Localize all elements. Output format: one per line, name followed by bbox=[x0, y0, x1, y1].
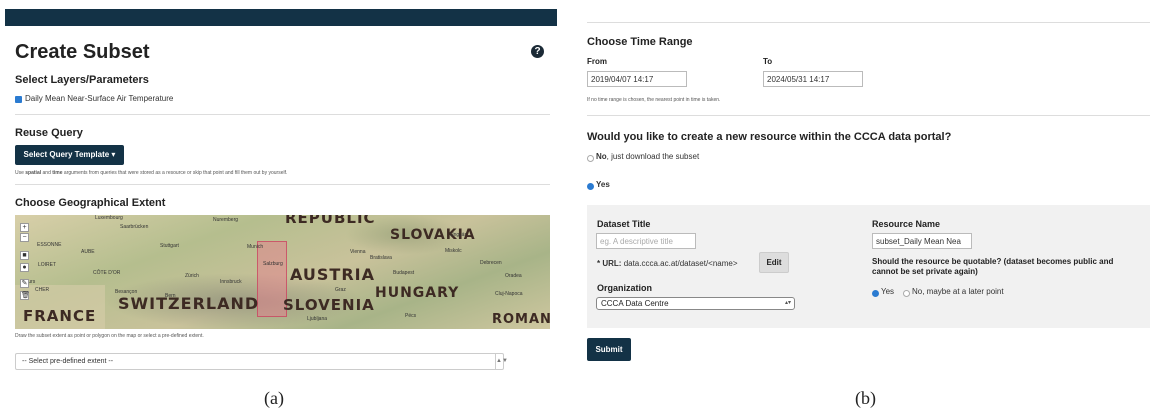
divider bbox=[15, 114, 550, 115]
divider bbox=[15, 184, 550, 185]
radio-no[interactable] bbox=[587, 155, 594, 162]
map-city-label: Debrecen bbox=[480, 260, 502, 266]
zoom-out-icon[interactable]: − bbox=[20, 233, 29, 242]
map-city-label: Munich bbox=[247, 244, 264, 250]
map-city-label: Ljubljana bbox=[307, 316, 328, 322]
panel-a: Create Subset ? Select Layers/Parameters… bbox=[0, 0, 560, 417]
caption-a: (a) bbox=[264, 388, 284, 408]
radio-yes[interactable] bbox=[587, 183, 594, 190]
from-date-input[interactable]: 2019/04/07 14:17 bbox=[587, 71, 687, 87]
map-country-label: SLOVENIA bbox=[283, 296, 375, 314]
resource-name-input[interactable]: subset_Daily Mean Nea bbox=[872, 233, 972, 249]
select-caret-icon[interactable]: ▲▼ bbox=[495, 353, 508, 370]
map-city-label: Zürich bbox=[185, 273, 199, 279]
map-city-label: Salzburg bbox=[263, 261, 283, 267]
dataset-title-input[interactable]: eg. A descriptive title bbox=[596, 233, 696, 249]
quotable-no-radio[interactable] bbox=[903, 290, 910, 297]
extent-hint: Draw the subset extent as point or polyg… bbox=[15, 333, 204, 339]
reuse-query-hint: Use spatial and time arguments from quer… bbox=[15, 170, 288, 176]
page-title: Create Subset bbox=[15, 41, 150, 63]
to-date-input[interactable]: 2024/05/31 14:17 bbox=[763, 71, 863, 87]
time-range-hint: If no time range is chosen, the nearest … bbox=[587, 97, 721, 103]
submit-button[interactable]: Submit bbox=[587, 338, 631, 361]
url-row: * URL: data.ccca.ac.at/dataset/<name> bbox=[597, 259, 738, 268]
map-city-label: Innsbruck bbox=[220, 279, 242, 285]
select-query-template-button[interactable]: Select Query Template ▾ bbox=[15, 145, 124, 165]
predefined-extent-select[interactable]: -- Select pre-defined extent -- bbox=[15, 353, 504, 370]
map-city-label: Luxembourg bbox=[95, 215, 123, 221]
map-country-label: FRANCE bbox=[23, 307, 97, 325]
quotable-question-line1: Should the resource be quotable? (datase… bbox=[872, 257, 1114, 266]
geo-extent-heading: Choose Geographical Extent bbox=[15, 197, 166, 209]
map-country-label: REPUBLIC bbox=[285, 215, 376, 227]
help-icon[interactable]: ? bbox=[531, 45, 544, 58]
map-city-label: LOIRET bbox=[38, 262, 57, 268]
zoom-in-icon[interactable]: + bbox=[20, 223, 29, 232]
to-label: To bbox=[763, 57, 773, 66]
map-city-label: Bratislava bbox=[370, 255, 392, 261]
reuse-query-heading: Reuse Query bbox=[15, 127, 83, 139]
layer-checkbox[interactable] bbox=[15, 96, 22, 103]
organization-select[interactable]: CCCA Data Centre ▴▾ bbox=[596, 297, 795, 310]
edit-shape-icon[interactable]: ✎ bbox=[20, 279, 29, 288]
map-city-label: Bern bbox=[165, 293, 176, 299]
draw-point-icon[interactable]: ● bbox=[20, 263, 29, 272]
delete-shape-icon[interactable]: 🗑 bbox=[20, 291, 30, 300]
map-city-label: Besançon bbox=[115, 289, 138, 295]
map-city-label: CÔTE D'OR bbox=[93, 270, 121, 276]
map-country-label: ROMANI bbox=[492, 312, 550, 327]
organization-label: Organization bbox=[597, 283, 653, 293]
select-caret-icon: ▴▾ bbox=[784, 300, 791, 306]
layer-checkbox-label: Daily Mean Near-Surface Air Temperature bbox=[25, 94, 174, 103]
divider bbox=[587, 115, 1150, 116]
layers-heading: Select Layers/Parameters bbox=[15, 74, 149, 86]
dataset-title-label: Dataset Title bbox=[597, 219, 651, 229]
map-city-label: Stuttgart bbox=[160, 243, 179, 249]
map-city-label: CHER bbox=[35, 287, 50, 293]
map-city-label: Ungvár bbox=[450, 232, 467, 238]
map-city-label: Miskolc bbox=[445, 248, 462, 254]
quotable-yes-label: Yes bbox=[881, 287, 895, 296]
map-city-label: AUBE bbox=[81, 249, 95, 255]
map-city-label: Pécs bbox=[405, 313, 417, 319]
top-navigation-bar bbox=[5, 9, 557, 26]
quotable-question-line2: cannot be set private again) bbox=[872, 267, 978, 276]
map-city-label: Vienna bbox=[350, 249, 366, 255]
map-city-label: Cluj-Napoca bbox=[495, 291, 523, 297]
map-city-label: Budapest bbox=[393, 270, 415, 276]
create-resource-question: Would you like to create a new resource … bbox=[587, 131, 952, 143]
map-country-label: HUNGARY bbox=[375, 285, 460, 301]
edit-url-button[interactable]: Edit bbox=[759, 252, 789, 273]
radio-yes-label: Yes bbox=[596, 180, 610, 189]
map-country-label: AUSTRIA bbox=[290, 265, 375, 284]
time-range-heading: Choose Time Range bbox=[587, 36, 693, 48]
map-city-label: Nuremberg bbox=[213, 217, 239, 223]
quotable-no-label: No, maybe at a later point bbox=[912, 287, 1004, 296]
draw-rectangle-icon[interactable]: ■ bbox=[20, 251, 29, 260]
map-city-label: ESSONNE bbox=[37, 242, 62, 248]
radio-no-label: No, just download the subset bbox=[596, 152, 700, 161]
map-view[interactable]: REPUBLIC SLOVAKIA AUSTRIA HUNGARY SWITZE… bbox=[15, 215, 550, 329]
divider bbox=[587, 22, 1150, 23]
from-label: From bbox=[587, 57, 607, 66]
map-country-label: SWITZERLAND bbox=[118, 294, 260, 313]
quotable-yes-radio[interactable] bbox=[872, 290, 879, 297]
map-city-label: Oradea bbox=[505, 273, 522, 279]
resource-name-label: Resource Name bbox=[872, 219, 941, 229]
map-city-label: Graz bbox=[335, 287, 346, 293]
map-city-label: Saarbrücken bbox=[120, 224, 149, 230]
caption-b: (b) bbox=[855, 388, 876, 408]
